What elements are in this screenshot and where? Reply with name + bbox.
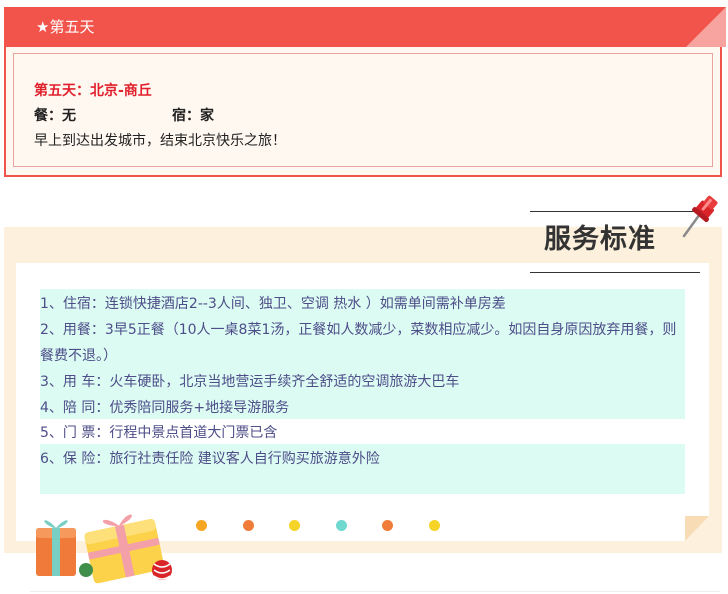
service-item-insurance: 6、保 险：旅行社责任险 建议客人自行购买旅游意外险: [40, 451, 380, 467]
decor-dot: [382, 520, 393, 531]
service-item-transport: 3、用 车：火车硬卧，北京当地营运手续齐全舒适的空调旅游大巴车: [40, 374, 460, 390]
service-item-tickets: 5、门 票：行程中景点首道大门票已含: [40, 425, 278, 441]
header-corner-triangle: [686, 7, 726, 47]
day-header: ★第五天: [4, 7, 726, 47]
gift-boxes-icon: [36, 514, 172, 584]
decor-dot: [429, 520, 440, 531]
pushpin-icon: [682, 195, 718, 238]
page: ★第五天 第五天：北京-商丘 餐：无 宿：家 早上到达出发城市，结束北京快乐之旅…: [0, 0, 728, 594]
service-item-meals: 2、用餐：3早5正餐（10人一桌8菜1汤，正餐如人数减少，菜数相应减少。如因自身…: [40, 322, 677, 364]
decor-dot: [243, 520, 254, 531]
service-item-guide: 4、陪 同：优秀陪同服务+地接导游服务: [40, 400, 290, 416]
day-header-title: ★第五天: [36, 18, 95, 36]
decor-dot: [196, 520, 207, 531]
service-item-lodging: 1、住宿：连锁快捷酒店2--3人间、独卫、空调 热水 ）如需单间需补单房差: [40, 296, 506, 312]
page-fold-icon: [685, 516, 709, 541]
day-route: 第五天：北京-商丘: [34, 83, 152, 99]
bottom-divider: [30, 591, 720, 592]
service-title: 服务标准: [544, 224, 656, 255]
decor-dot: [336, 520, 347, 531]
day-detail-box: 第五天：北京-商丘 餐：无 宿：家 早上到达出发城市，结束北京快乐之旅！: [13, 53, 713, 167]
title-rule-top: [530, 211, 700, 212]
decor-dot: [289, 520, 300, 531]
title-rule-bottom: [530, 272, 700, 273]
day-meals: 餐：无: [34, 108, 76, 124]
day-card: ★第五天 第五天：北京-商丘 餐：无 宿：家 早上到达出发城市，结束北京快乐之旅…: [4, 7, 726, 177]
day-description: 早上到达出发城市，结束北京快乐之旅！: [34, 133, 286, 149]
day-hotel: 宿：家: [172, 108, 214, 124]
